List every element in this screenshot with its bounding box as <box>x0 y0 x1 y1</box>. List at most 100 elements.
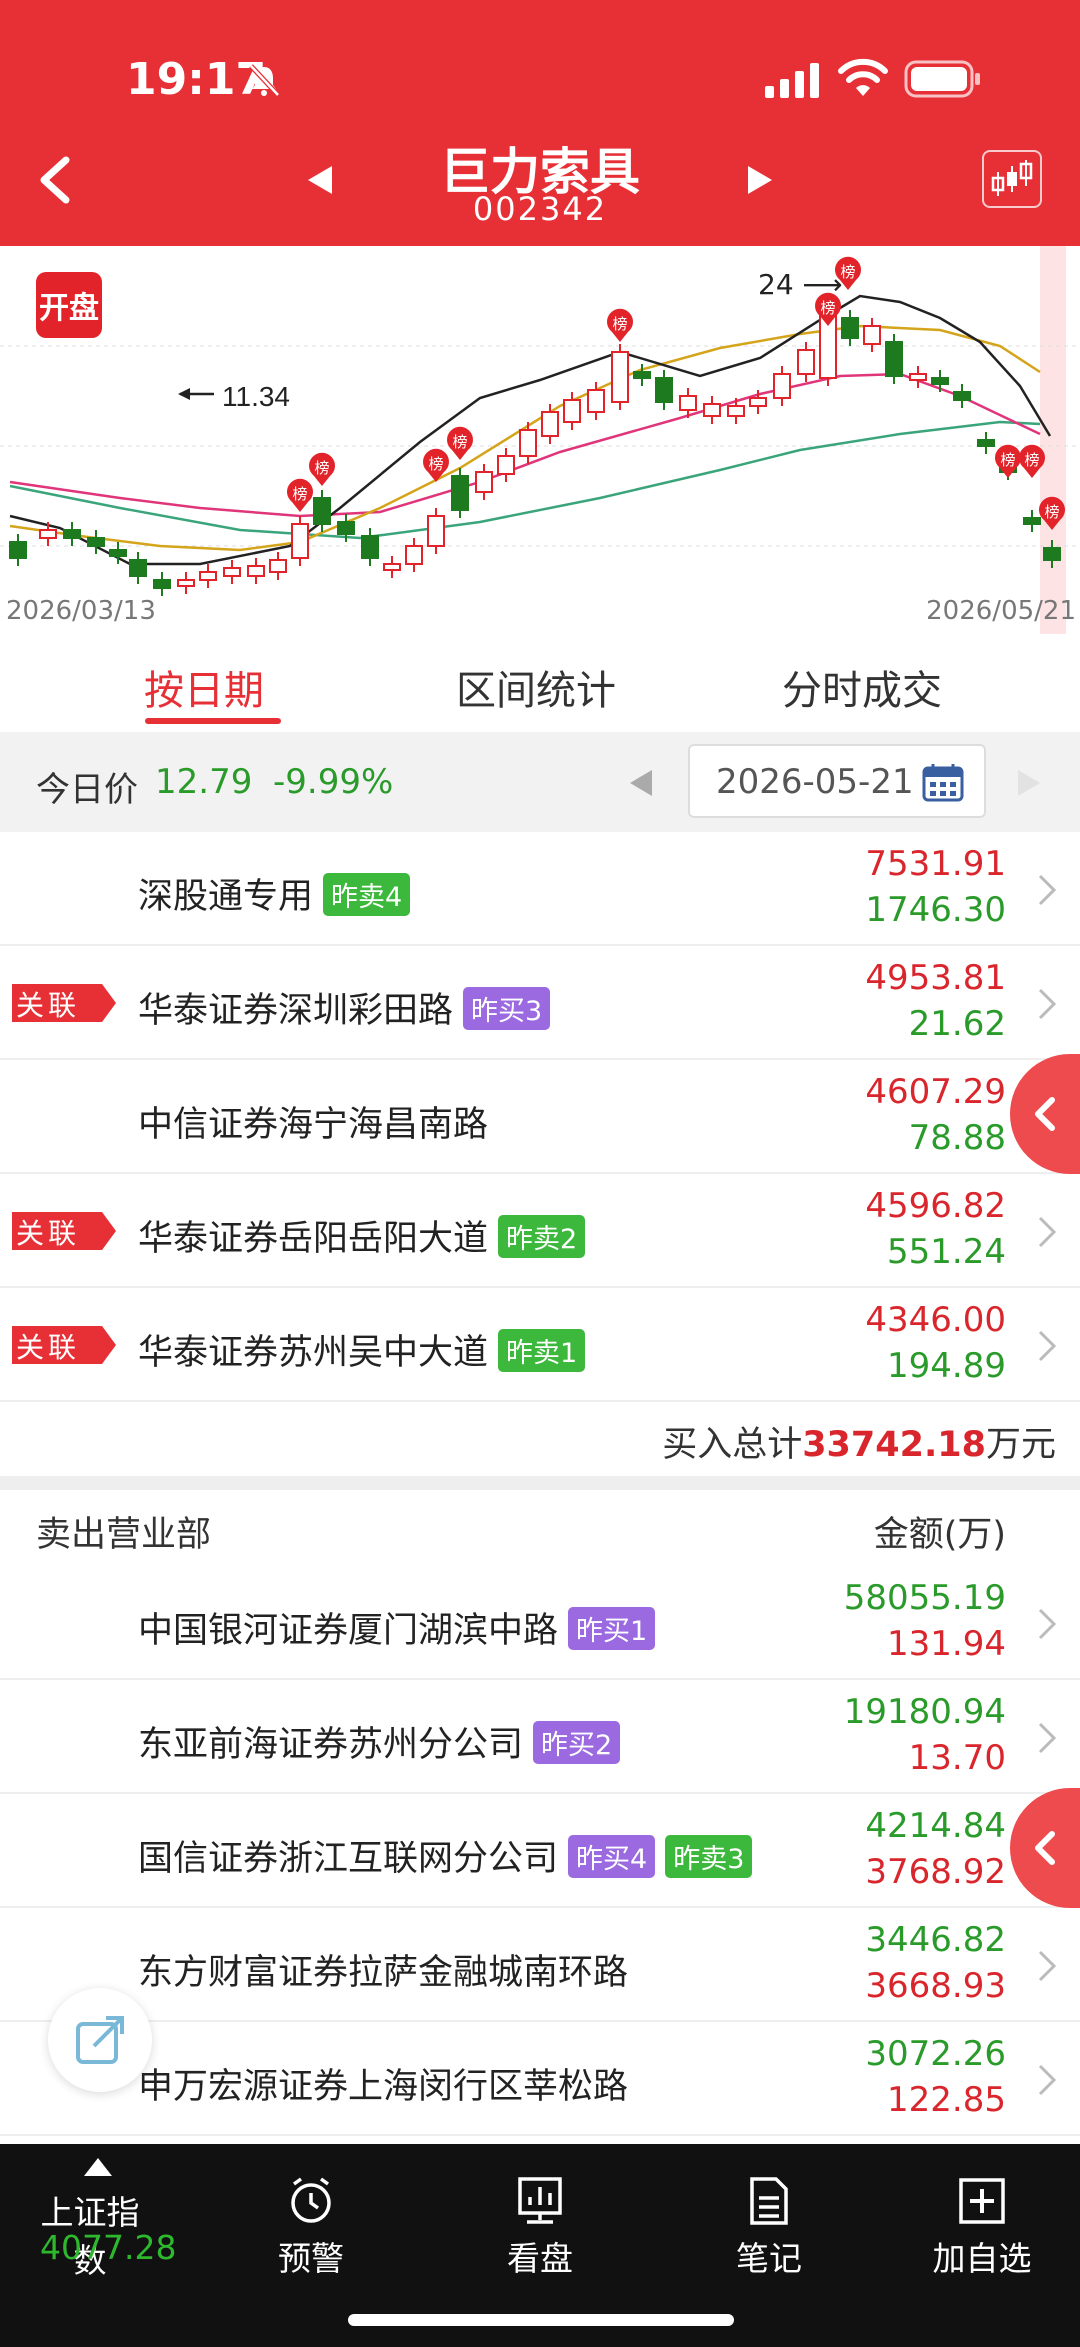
candle-body <box>177 579 195 587</box>
seat-name: 国信证券浙江互联网分公司 昨买4 昨卖3 <box>138 1830 753 1882</box>
tab-intraday-trades[interactable]: 分时成交 <box>782 658 942 716</box>
candle-body <box>129 559 147 577</box>
candle-body <box>953 391 971 401</box>
chevron-right-icon <box>1038 874 1057 906</box>
high-price-label: 24 <box>758 268 794 301</box>
buy-total: 买入总计33742.18万元 <box>662 1416 1056 1467</box>
share-button[interactable] <box>48 1988 152 2092</box>
buy-seat-row[interactable]: 中信证券海宁海昌南路 4607.29 78.88 <box>0 1060 1080 1174</box>
date-picker[interactable]: 2026-05-21 <box>688 744 986 818</box>
sell-seat-row[interactable]: 国信证券浙江互联网分公司 昨买4 昨卖3 4214.84 3768.92 <box>0 1794 1080 1908</box>
candle-body <box>269 559 287 573</box>
related-tag-label: 关联 <box>16 1331 81 1364</box>
chevron-right-icon <box>1038 1330 1057 1362</box>
buy-seat-row[interactable]: 关联 华泰证券岳阳岳阳大道 昨卖2 4596.82 551.24 <box>0 1174 1080 1288</box>
buy-amount: 4607.29 <box>865 1072 1006 1112</box>
board-marker-label: 榜 <box>292 485 307 503</box>
chevron-right-icon <box>1038 988 1057 1020</box>
seat-name-text: 申万宏源证券上海闵行区莘松路 <box>138 2067 629 2107</box>
active-tab-indicator <box>145 718 281 724</box>
candle-body <box>655 377 673 403</box>
sell-amount: 3446.82 <box>865 1920 1006 1960</box>
selected-date: 2026-05-21 <box>716 762 914 802</box>
buy-amount: 122.85 <box>887 2080 1006 2120</box>
candle-body <box>841 317 859 339</box>
buy-seat-row[interactable]: 关联 华泰证券苏州吴中大道 昨卖1 4346.00 194.89 <box>0 1288 1080 1402</box>
sell-seat-row[interactable]: 中国银河证券厦门湖滨中路 昨买1 58055.19 131.94 <box>0 1566 1080 1680</box>
sell-amount: 58055.19 <box>843 1578 1006 1618</box>
tab-by-date[interactable]: 按日期 <box>144 658 264 716</box>
board-marker-label: 榜 <box>840 263 855 281</box>
right-arrow-icon: ⟶ <box>802 268 843 301</box>
candle-body <box>153 579 171 589</box>
candle-body <box>383 563 401 571</box>
today-price-change: -9.99% <box>273 762 394 802</box>
seat-name-text: 华泰证券岳阳岳阳大道 <box>138 1219 489 1259</box>
sell-seat-row[interactable]: 申万宏源证券上海闵行区莘松路 3072.26 122.85 <box>0 2022 1080 2136</box>
kline-chart-button[interactable] <box>982 150 1042 208</box>
next-date-button[interactable] <box>1014 768 1044 798</box>
candle-body <box>427 515 445 547</box>
sell-section-header: 卖出营业部 金额(万) <box>0 1490 1080 1566</box>
seat-name: 东方财富证券拉萨金融城南环路 <box>138 1944 628 1995</box>
candle-body <box>337 521 355 535</box>
candle-body <box>9 541 27 559</box>
seat-name: 深股通专用 昨卖4 <box>138 868 411 920</box>
buy-seat-row[interactable]: 关联 华泰证券深圳彩田路 昨买3 4953.81 21.62 <box>0 946 1080 1060</box>
sell-seat-row[interactable]: 东亚前海证券苏州分公司 昨买2 19180.94 13.70 <box>0 1680 1080 1794</box>
calendar-icon <box>922 764 964 802</box>
candlestick-icon <box>991 160 1033 196</box>
high-price-annotation: 24 ⟶ <box>758 268 843 301</box>
battery-icon <box>904 60 980 98</box>
seat-name-text: 深股通专用 <box>138 877 314 917</box>
side-panel-toggle-2[interactable] <box>1010 1788 1080 1908</box>
sell-amount: 194.89 <box>887 1346 1006 1386</box>
board-marker-label: 榜 <box>1000 451 1015 469</box>
buy-seat-row[interactable]: 深股通专用 昨卖4 7531.91 1746.30 <box>0 832 1080 946</box>
previous-stock-button[interactable] <box>300 160 340 200</box>
sell-amount: 4214.84 <box>865 1806 1006 1846</box>
tab-range-stats[interactable]: 区间统计 <box>456 658 616 716</box>
today-price-value: 12.79 <box>155 762 253 802</box>
chart-end-date: 2026/05/21 <box>926 596 1076 626</box>
buy-amount: 3668.93 <box>865 1966 1006 2006</box>
low-price-label: 11.34 <box>222 381 290 412</box>
seat-name-text: 华泰证券苏州吴中大道 <box>138 1333 489 1373</box>
seat-name-text: 东亚前海证券苏州分公司 <box>138 1725 524 1765</box>
sell-seat-row[interactable]: 东方财富证券拉萨金融城南环路 3446.82 3668.93 <box>0 1908 1080 2022</box>
seat-name-text: 华泰证券深圳彩田路 <box>138 991 454 1031</box>
related-tag-label: 关联 <box>16 1217 81 1250</box>
sell-amount: 1746.30 <box>865 890 1006 930</box>
previous-date-button[interactable] <box>626 768 656 798</box>
seat-name: 华泰证券苏州吴中大道 昨卖1 <box>138 1324 586 1376</box>
sell-amount: 21.62 <box>908 1004 1006 1044</box>
kline-chart[interactable]: 榜榜榜榜榜榜榜榜榜榜 11.34 24 ⟶ <box>0 190 1080 634</box>
buy-total-prefix: 买入总计 <box>662 1425 803 1465</box>
nav-notes-label: 笔记 <box>736 2239 802 2278</box>
candle-body <box>909 373 927 381</box>
side-panel-toggle[interactable] <box>1010 1054 1080 1174</box>
history-tag: 昨买3 <box>463 986 551 1030</box>
related-tag-label: 关联 <box>16 989 81 1022</box>
history-tag: 昨卖2 <box>498 1214 586 1258</box>
caret-up-icon <box>84 2158 112 2176</box>
buy-total-row: 买入总计33742.18万元 <box>0 1402 1080 1476</box>
candle-body <box>291 523 309 559</box>
board-marker-label: 榜 <box>612 315 627 333</box>
nav-alert-label: 预警 <box>278 2239 344 2278</box>
nav-watch-label: 看盘 <box>507 2239 573 2278</box>
buy-amount: 7531.91 <box>865 844 1006 884</box>
board-marker-label: 榜 <box>1044 503 1059 521</box>
amount-column-label: 金额(万) <box>873 1515 1006 1555</box>
home-indicator[interactable] <box>348 2314 734 2326</box>
open-market-badge[interactable]: 开盘 <box>36 272 102 338</box>
buy-amount: 4596.82 <box>865 1186 1006 1226</box>
candle-body <box>313 497 331 525</box>
back-button[interactable] <box>32 150 82 210</box>
sell-amount: 3072.26 <box>865 2034 1006 2074</box>
next-stock-button[interactable] <box>740 160 780 200</box>
board-marker-label: 榜 <box>314 459 329 477</box>
seat-name: 华泰证券岳阳岳阳大道 昨卖2 <box>138 1210 586 1262</box>
history-tag: 昨买2 <box>533 1720 621 1764</box>
sell-amount: 78.88 <box>908 1118 1006 1158</box>
